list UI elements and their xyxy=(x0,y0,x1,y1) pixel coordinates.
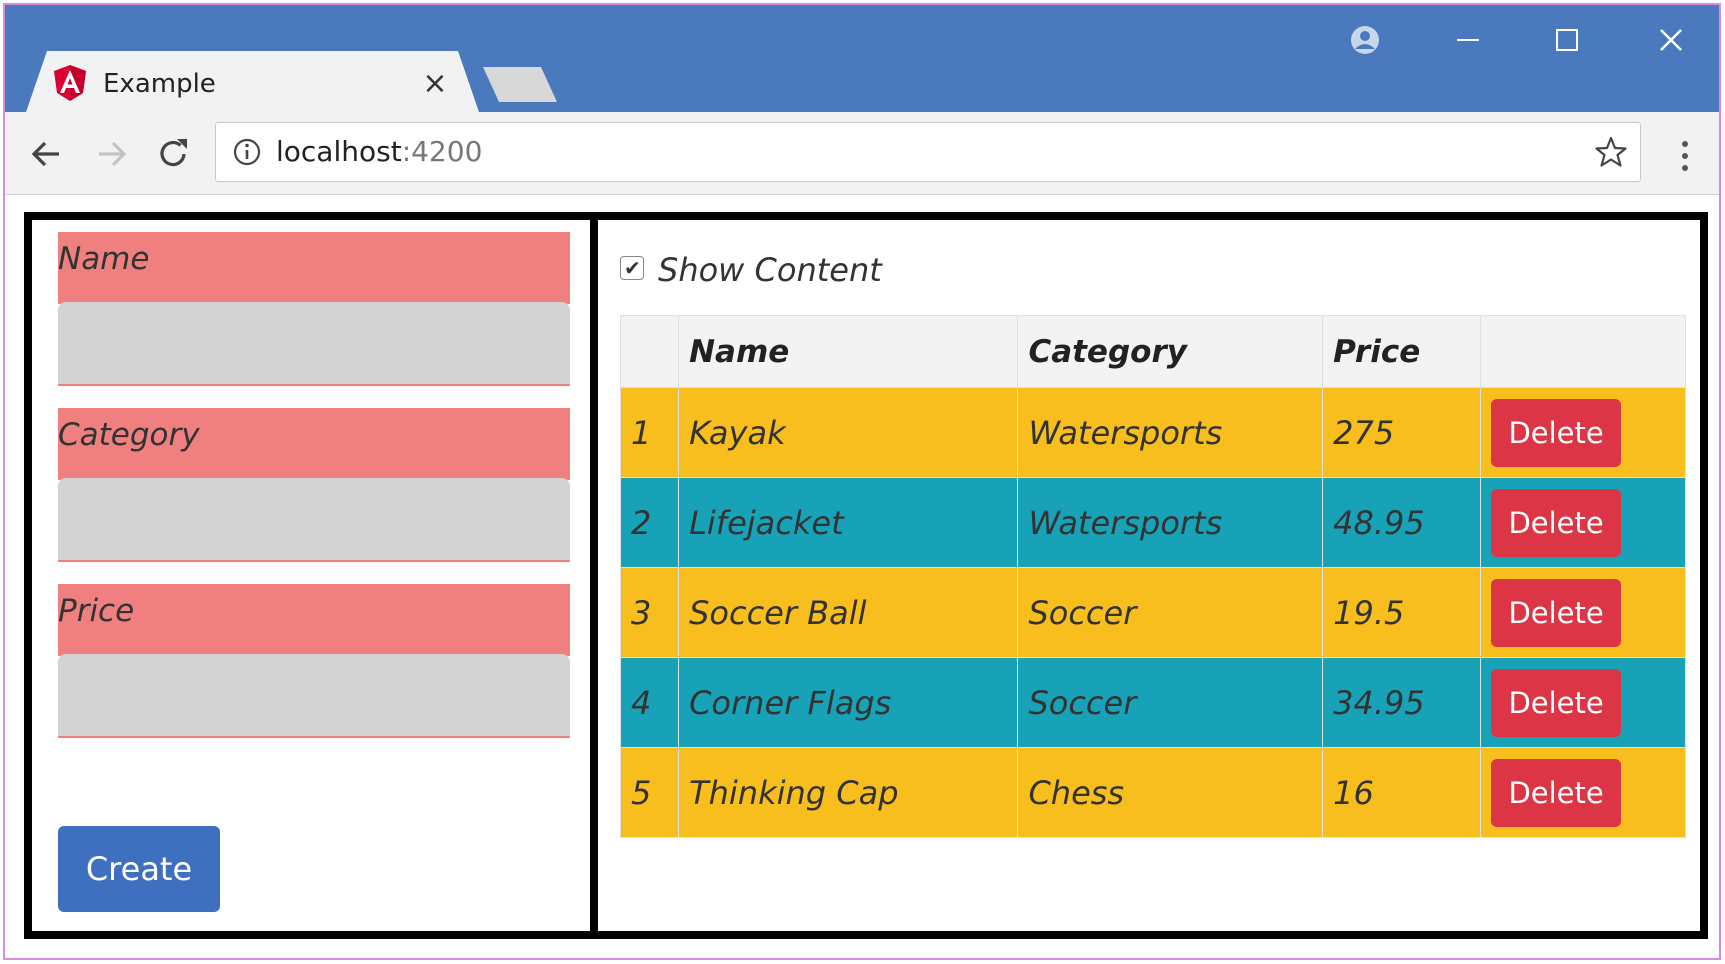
row-index: 2 xyxy=(619,477,680,568)
table-row: 2 Lifejacket Watersports 48.95 Delete xyxy=(619,477,1686,568)
row-name: Thinking Cap xyxy=(678,747,1019,838)
delete-button[interactable]: Delete xyxy=(1491,578,1622,647)
minimize-icon[interactable] xyxy=(1437,20,1497,60)
header-index xyxy=(619,315,680,388)
show-content-label: Show Content xyxy=(658,251,882,289)
close-window-icon[interactable] xyxy=(1641,20,1701,60)
reload-icon[interactable] xyxy=(153,134,193,174)
category-field-group: Category xyxy=(58,408,570,562)
row-action-cell: Delete xyxy=(1480,477,1686,568)
create-button[interactable]: Create xyxy=(58,826,220,912)
header-action xyxy=(1480,315,1686,388)
price-field-group: Price xyxy=(58,584,570,738)
header-name: Name xyxy=(678,315,1019,388)
browser-toolbar: localhost:4200 xyxy=(5,112,1719,195)
row-category: Soccer xyxy=(1017,567,1324,658)
url-host: localhost xyxy=(276,135,402,168)
products-table: Name Category Price 1 Kayak Watersports … xyxy=(619,315,1686,838)
row-action-cell: Delete xyxy=(1480,657,1686,748)
more-menu-icon[interactable] xyxy=(1670,136,1700,176)
close-tab-icon[interactable]: × xyxy=(420,67,450,101)
row-name: Corner Flags xyxy=(678,657,1019,748)
delete-button[interactable]: Delete xyxy=(1491,398,1622,467)
bookmark-star-icon[interactable] xyxy=(1594,135,1628,169)
url-text[interactable]: localhost:4200 xyxy=(276,133,482,171)
table-panel: ✔ Show Content Name Category Price 1 Kay… xyxy=(598,220,1700,931)
price-label: Price xyxy=(58,584,570,656)
new-tab-button[interactable] xyxy=(483,67,557,102)
row-index: 5 xyxy=(619,747,680,838)
price-input[interactable] xyxy=(58,654,570,738)
address-bar[interactable]: localhost:4200 xyxy=(215,122,1641,182)
row-category: Watersports xyxy=(1017,387,1324,478)
delete-button[interactable]: Delete xyxy=(1491,488,1622,557)
browser-tab-example[interactable] xyxy=(25,51,480,115)
category-input[interactable] xyxy=(58,478,570,562)
row-price: 19.5 xyxy=(1322,567,1482,658)
name-field-group: Name xyxy=(58,232,570,386)
name-input[interactable] xyxy=(58,302,570,386)
forward-arrow-icon[interactable] xyxy=(91,134,131,174)
row-action-cell: Delete xyxy=(1480,567,1686,658)
row-price: 275 xyxy=(1322,387,1482,478)
header-category: Category xyxy=(1017,315,1324,388)
show-content-checkbox[interactable]: ✔ xyxy=(620,256,644,280)
angular-logo-icon xyxy=(54,65,86,101)
row-name: Soccer Ball xyxy=(678,567,1019,658)
delete-button[interactable]: Delete xyxy=(1491,668,1622,737)
tab-strip: Example × xyxy=(5,5,1719,115)
row-category: Chess xyxy=(1017,747,1324,838)
row-price: 34.95 xyxy=(1322,657,1482,748)
table-row: 3 Soccer Ball Soccer 19.5 Delete xyxy=(619,567,1686,658)
app-container: Name Category Price Create ✔ Show Conten… xyxy=(24,212,1708,939)
checkmark-icon: ✔ xyxy=(624,256,641,280)
row-category: Soccer xyxy=(1017,657,1324,748)
row-name: Lifejacket xyxy=(678,477,1019,568)
table-row: 5 Thinking Cap Chess 16 Delete xyxy=(619,747,1686,838)
header-price: Price xyxy=(1322,315,1482,388)
row-index: 1 xyxy=(619,387,680,478)
row-index: 4 xyxy=(619,657,680,748)
row-price: 16 xyxy=(1322,747,1482,838)
browser-window: Example × localhost:4200 Name Category P… xyxy=(3,3,1721,960)
info-icon[interactable] xyxy=(232,137,262,167)
name-label: Name xyxy=(58,232,570,304)
tab-title: Example xyxy=(103,69,216,99)
table-header-row: Name Category Price xyxy=(619,315,1686,388)
row-category: Watersports xyxy=(1017,477,1324,568)
url-port: :4200 xyxy=(401,135,483,168)
row-index: 3 xyxy=(619,567,680,658)
maximize-icon[interactable] xyxy=(1537,20,1597,60)
back-arrow-icon[interactable] xyxy=(27,134,67,174)
row-action-cell: Delete xyxy=(1480,747,1686,838)
row-action-cell: Delete xyxy=(1480,387,1686,478)
table-row: 4 Corner Flags Soccer 34.95 Delete xyxy=(619,657,1686,748)
category-label: Category xyxy=(58,408,570,480)
table-row: 1 Kayak Watersports 275 Delete xyxy=(619,387,1686,478)
form-panel: Name Category Price Create xyxy=(32,220,598,931)
profile-icon[interactable] xyxy=(1335,20,1395,60)
delete-button[interactable]: Delete xyxy=(1491,758,1622,827)
row-price: 48.95 xyxy=(1322,477,1482,568)
row-name: Kayak xyxy=(678,387,1019,478)
